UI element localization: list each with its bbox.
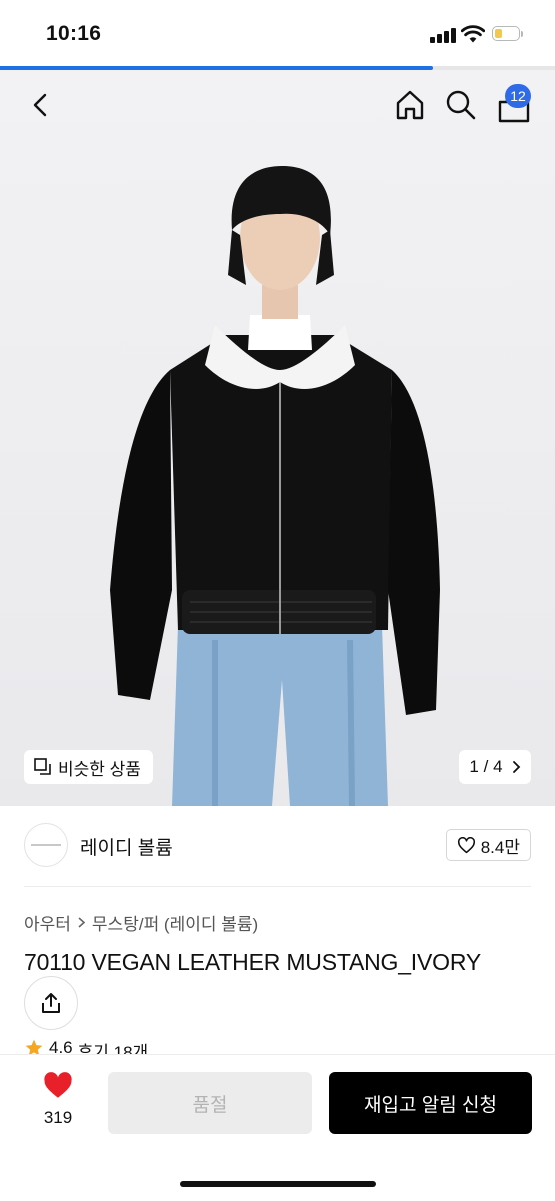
clock: 10:16	[46, 22, 102, 45]
back-button[interactable]	[26, 90, 56, 120]
heart-filled-icon	[44, 1072, 72, 1098]
product-image[interactable]	[0, 70, 555, 806]
wifi-icon	[461, 25, 485, 43]
status-bar: 10:16	[0, 0, 555, 66]
brand-row: 레이디 볼륨 8.4만	[24, 823, 531, 869]
soldout-button: 품절	[108, 1072, 312, 1134]
wishlist-button[interactable]: 319	[38, 1072, 78, 1128]
heart-outline-icon	[457, 836, 475, 853]
share-button[interactable]	[24, 976, 78, 1030]
brand-like-count: 8.4만	[480, 837, 520, 857]
chevron-right-icon	[512, 761, 520, 773]
cellular-signal-icon	[430, 27, 456, 43]
brand-logo[interactable]	[24, 823, 68, 867]
cart-count-badge: 12	[505, 84, 531, 108]
brand-name[interactable]: 레이디 볼륨	[80, 833, 173, 860]
home-indicator	[180, 1181, 376, 1187]
product-title: 70110 VEGAN LEATHER MUSTANG_IVORY	[24, 949, 481, 975]
home-icon[interactable]	[393, 88, 427, 122]
brand-like-button[interactable]: 8.4만	[445, 829, 531, 861]
image-page-indicator: 1 / 4	[469, 757, 503, 776]
similar-products-label: 비슷한 상품	[58, 759, 141, 779]
chevron-right-icon	[78, 917, 86, 928]
wishlist-count: 319	[43, 1108, 73, 1127]
similar-products-button[interactable]: 비슷한 상품	[24, 750, 153, 784]
divider	[24, 886, 531, 887]
share-icon	[42, 993, 60, 1013]
breadcrumb-item-mustang[interactable]: 무스탕/퍼 (레이디 볼륨)	[92, 910, 258, 935]
battery-icon	[492, 26, 524, 43]
image-pager[interactable]: 1 / 4	[459, 750, 531, 784]
restock-alert-button[interactable]: 재입고 알림 신청	[329, 1072, 532, 1134]
search-icon[interactable]	[444, 88, 478, 122]
copy-squares-icon	[34, 758, 51, 775]
model-photo	[110, 166, 440, 806]
breadcrumb: 아우터 무스탕/퍼 (레이디 볼륨)	[24, 910, 258, 935]
breadcrumb-item-outer[interactable]: 아우터	[24, 910, 71, 935]
